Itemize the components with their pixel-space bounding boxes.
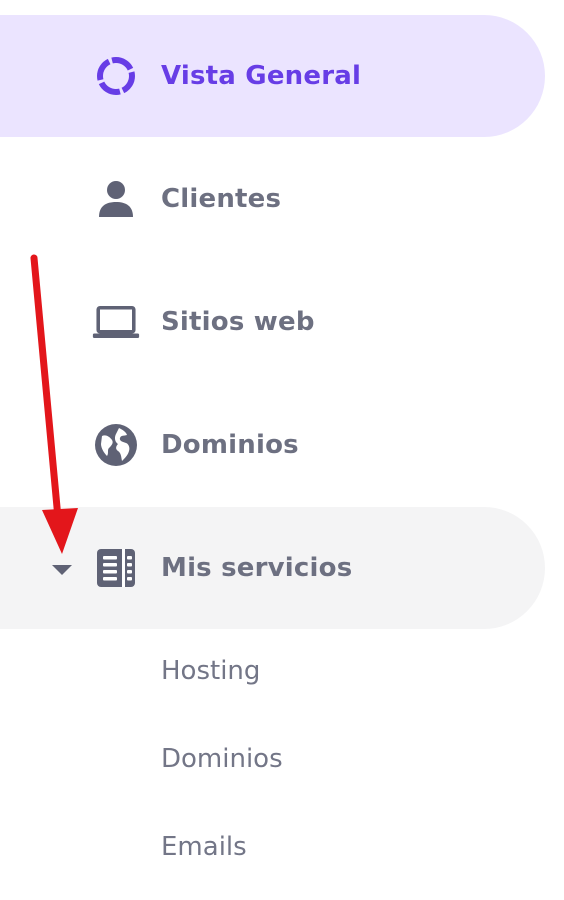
caret-down-icon[interactable] [52, 565, 72, 575]
nav-item-clientes[interactable]: Clientes [0, 138, 545, 260]
laptop-icon [92, 298, 140, 346]
subnav-item-hosting[interactable]: Hosting [161, 656, 260, 686]
globe-icon [92, 421, 140, 469]
nav-label: Clientes [161, 184, 282, 214]
sidebar-nav: Vista General Clientes Sitios web Domini… [0, 0, 564, 900]
overview-icon [92, 52, 140, 100]
nav-label: Dominios [161, 430, 299, 460]
nav-label: Sitios web [161, 307, 315, 337]
nav-item-dominios[interactable]: Dominios [0, 384, 545, 506]
subnav-item-emails[interactable]: Emails [161, 832, 247, 862]
nav-label: Vista General [161, 61, 362, 91]
user-icon [92, 175, 140, 223]
nav-label: Mis servicios [161, 553, 353, 583]
nav-item-sitios-web[interactable]: Sitios web [0, 261, 545, 383]
subnav-item-dominios[interactable]: Dominios [161, 744, 283, 774]
services-icon [92, 544, 140, 592]
nav-item-mis-servicios[interactable]: Mis servicios [0, 507, 545, 629]
nav-item-vista-general[interactable]: Vista General [0, 15, 545, 137]
